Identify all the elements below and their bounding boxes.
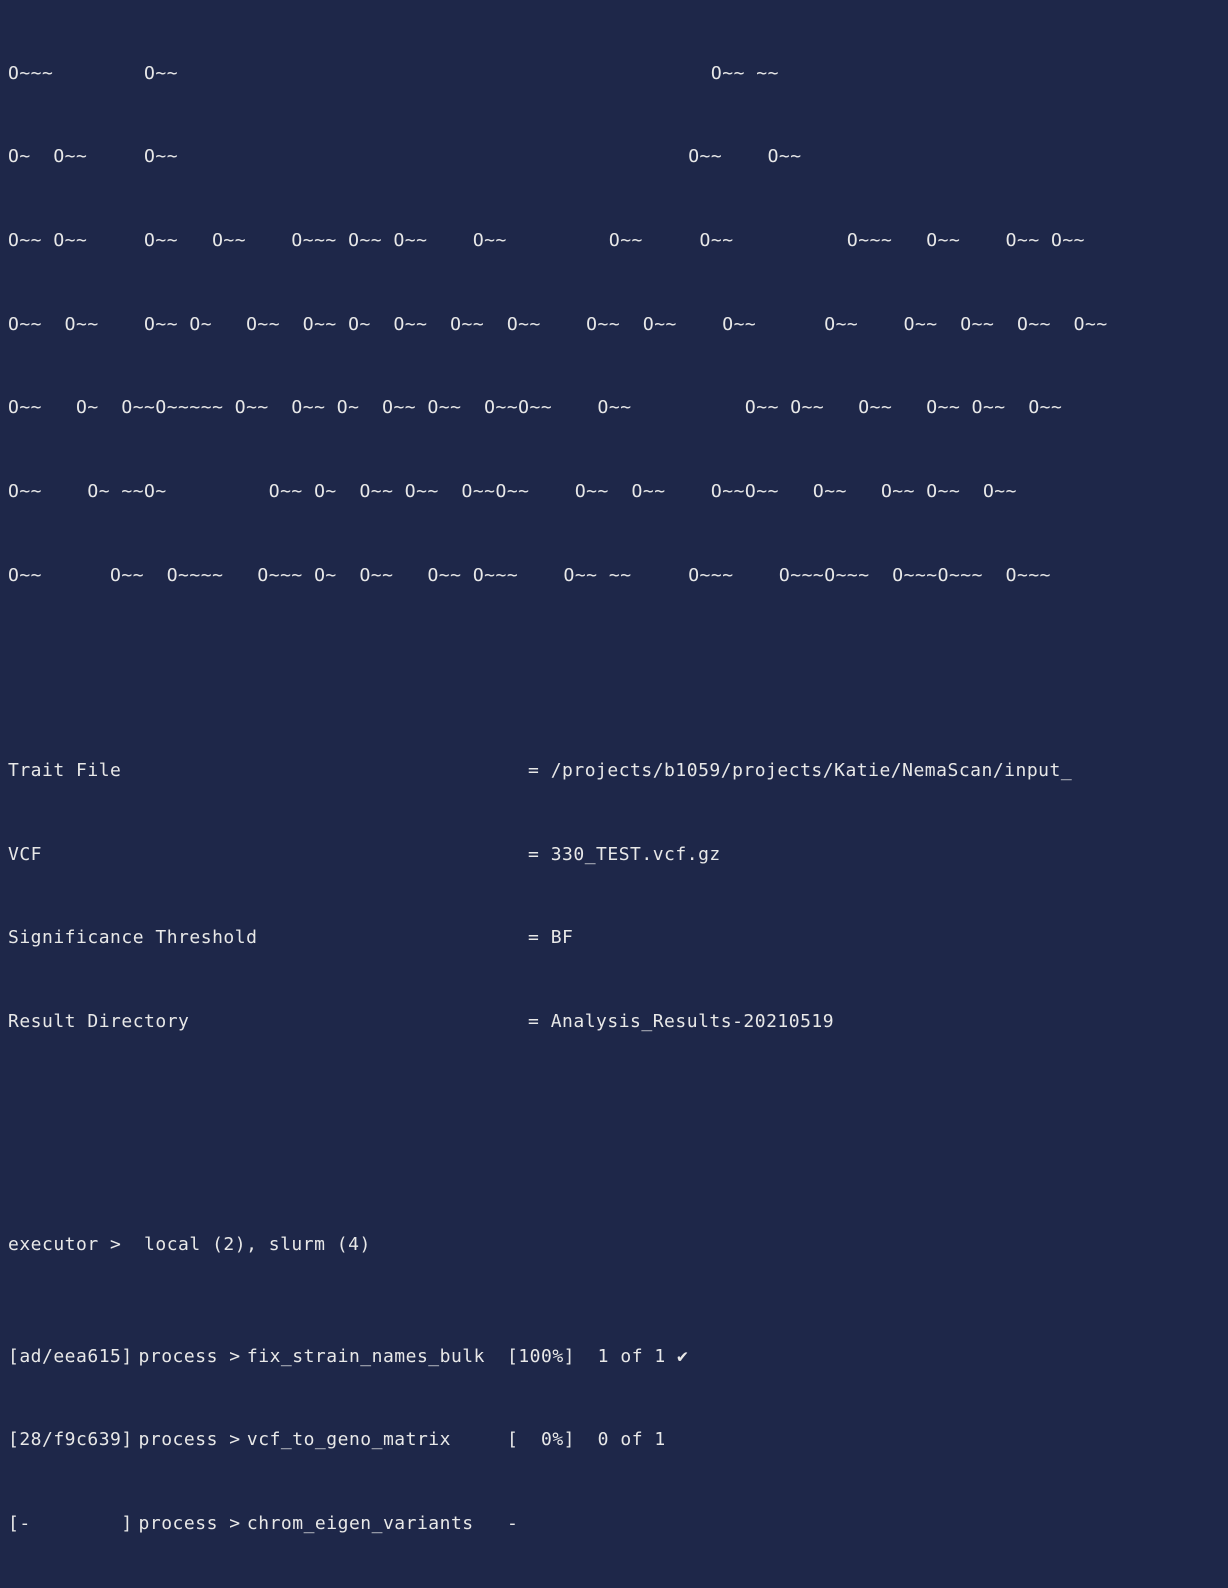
process-label: process >: [139, 1343, 247, 1371]
param-label: Trait File: [8, 757, 528, 785]
param-value: Analysis_Results-20210519: [551, 1011, 834, 1032]
blank-line: [8, 1120, 1220, 1148]
blank-line: [8, 645, 1220, 673]
param-result-directory: Result Directory= Analysis_Results-20210…: [8, 1008, 1220, 1036]
process-row: [ad/eea615] process > fix_strain_names_b…: [8, 1343, 1220, 1371]
param-trait-file: Trait File= /projects/b1059/projects/Kat…: [8, 757, 1220, 785]
process-row: [28/f9c639] process > vcf_to_geno_matrix…: [8, 1426, 1220, 1454]
banner-line: O~~ O~ O~~O~~~~~ O~~ O~~ O~ O~~ O~~ O~~O…: [8, 394, 1220, 422]
param-sep: =: [528, 1011, 551, 1032]
process-label: process >: [139, 1510, 247, 1538]
param-label: Result Directory: [8, 1008, 528, 1036]
param-sep: =: [528, 927, 551, 948]
process-hash: [ad/eea615]: [8, 1343, 127, 1371]
process-status: -: [507, 1513, 518, 1534]
param-value: BF: [551, 927, 574, 948]
banner-line: O~~ O~~ O~~~~ O~~~ O~ O~~ O~~ O~~~ O~~ ~…: [8, 562, 1220, 590]
process-label: process >: [139, 1426, 247, 1454]
process-name: vcf_to_geno_matrix: [247, 1426, 507, 1454]
param-significance-threshold: Significance Threshold= BF: [8, 924, 1220, 952]
param-label: Significance Threshold: [8, 924, 528, 952]
param-sep: =: [528, 760, 551, 781]
process-row: [- ] process > chrom_eigen_variants-: [8, 1510, 1220, 1538]
banner-line: O~~ O~~ O~~ O~ O~~ O~~ O~ O~~ O~~ O~~ O~…: [8, 311, 1220, 339]
banner-line: O~ O~~ O~~ O~~ O~~: [8, 143, 1220, 171]
banner-line: O~~ O~ ~~O~ O~~ O~ O~~ O~~ O~~O~~ O~~ O~…: [8, 478, 1220, 506]
banner-line: O~~ O~~ O~~ O~~ O~~~ O~~ O~~ O~~ O~~ O~~…: [8, 227, 1220, 255]
process-name: fix_strain_names_bulk: [247, 1343, 507, 1371]
process-status: [ 0%] 0 of 1: [507, 1429, 666, 1450]
param-value: /projects/b1059/projects/Katie/NemaScan/…: [551, 760, 1073, 781]
param-label: VCF: [8, 841, 528, 869]
param-vcf: VCF= 330_TEST.vcf.gz: [8, 841, 1220, 869]
param-sep: =: [528, 844, 551, 865]
banner-line: O~~~ O~~ O~~ ~~: [8, 60, 1220, 88]
param-value: 330_TEST.vcf.gz: [551, 844, 721, 865]
process-name: chrom_eigen_variants: [247, 1510, 507, 1538]
executor-line: executor > local (2), slurm (4): [8, 1231, 1220, 1259]
process-hash: [28/f9c639]: [8, 1426, 127, 1454]
process-status: [100%] 1 of 1 ✔: [507, 1346, 688, 1367]
process-hash: [- ]: [8, 1510, 127, 1538]
terminal-output: O~~~ O~~ O~~ ~~ O~ O~~ O~~ O~~ O~~ O~~ O…: [0, 0, 1228, 1588]
